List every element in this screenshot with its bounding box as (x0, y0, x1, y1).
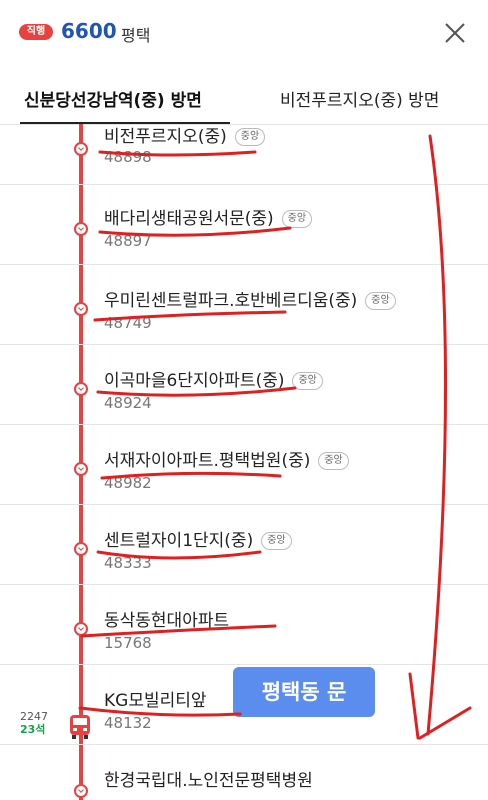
stop-code: 48982 (104, 474, 152, 492)
header-bar: 직행 6600 평택 (0, 0, 488, 66)
stop-name: 한경국립대.노인전문평택병원 (104, 771, 313, 791)
list-item[interactable]: 배다리생태공원서문(중) 중앙 48897 (0, 184, 488, 265)
stop-code: 48333 (104, 554, 152, 572)
tab-vision-direction[interactable]: 비전푸르지오(중) 방면 (280, 86, 439, 111)
list-item[interactable]: 한경국립대.노인전문평택병원 (0, 744, 488, 800)
stop-node-icon (74, 382, 88, 396)
stop-name: 우미린센트럴파크.호반베르디움(중) 중앙 (104, 286, 396, 311)
tab-gangnam-direction[interactable]: 신분당선강남역(중) 방면 (24, 86, 202, 111)
list-item[interactable]: 우미린센트럴파크.호반베르디움(중) 중앙 48749 (0, 264, 488, 345)
median-lane-tag: 중앙 (292, 372, 323, 390)
stop-name: KG모빌리티앞 (104, 691, 207, 711)
stop-node-icon (74, 622, 88, 636)
stop-node-icon (74, 462, 88, 476)
stop-code: 48924 (104, 394, 152, 412)
list-item[interactable]: 서재자이아파트.평택법원(중) 중앙 48982 (0, 424, 488, 505)
close-button[interactable] (440, 18, 470, 48)
stop-node-icon (74, 142, 88, 156)
list-item[interactable]: 동삭동현대아파트 15768 (0, 584, 488, 665)
bus-icon[interactable] (68, 714, 92, 740)
median-lane-tag: 중앙 (365, 292, 396, 310)
route-number: 6600 (61, 19, 117, 43)
median-lane-tag: 중앙 (261, 532, 292, 550)
stop-code: 48898 (104, 148, 152, 166)
list-item[interactable]: 비전푸르지오(중) 중앙 48898 (0, 124, 488, 185)
stop-node-icon (74, 784, 88, 798)
direction-tabs: 신분당선강남역(중) 방면 비전푸르지오(중) 방면 (0, 66, 488, 125)
annotation-note: 평택동 문 (233, 667, 375, 717)
stop-name: 서재자이아파트.평택법원(중) 중앙 (104, 446, 349, 471)
stop-name: 이곡마을6단지아파트(중) 중앙 (104, 366, 323, 391)
stop-node-icon (74, 302, 88, 316)
stop-list[interactable]: 비전푸르지오(중) 중앙 48898 배다리생태공원서문(중) 중앙 48897 우… (0, 124, 488, 800)
route-city: 평택 (121, 26, 151, 45)
express-badge: 직행 (19, 24, 53, 40)
stop-code: 48132 (104, 714, 152, 732)
stop-code: 15768 (104, 634, 152, 652)
close-icon (445, 23, 465, 43)
bus-plate: 2247 (20, 710, 48, 723)
stop-name: 동삭동현대아파트 (104, 611, 230, 631)
stop-name: 배다리생태공원서문(중) 중앙 (104, 204, 313, 229)
stop-name: 센트럴자이1단지(중) 중앙 (104, 526, 292, 551)
median-lane-tag: 중앙 (281, 210, 313, 228)
stop-code: 48749 (104, 314, 152, 332)
stop-node-icon (74, 542, 88, 556)
stop-node-icon (74, 222, 88, 236)
median-lane-tag: 중앙 (234, 128, 266, 146)
stop-name: 비전푸르지오(중) 중앙 (104, 124, 266, 147)
bus-seats: 23석 (20, 723, 46, 736)
stop-code: 48897 (104, 232, 152, 250)
list-item[interactable]: 이곡마을6단지아파트(중) 중앙 48924 (0, 344, 488, 425)
median-lane-tag: 중앙 (318, 452, 349, 470)
bus-status: 2247 23석 (20, 710, 48, 736)
list-item[interactable]: 센트럴자이1단지(중) 중앙 48333 (0, 504, 488, 585)
